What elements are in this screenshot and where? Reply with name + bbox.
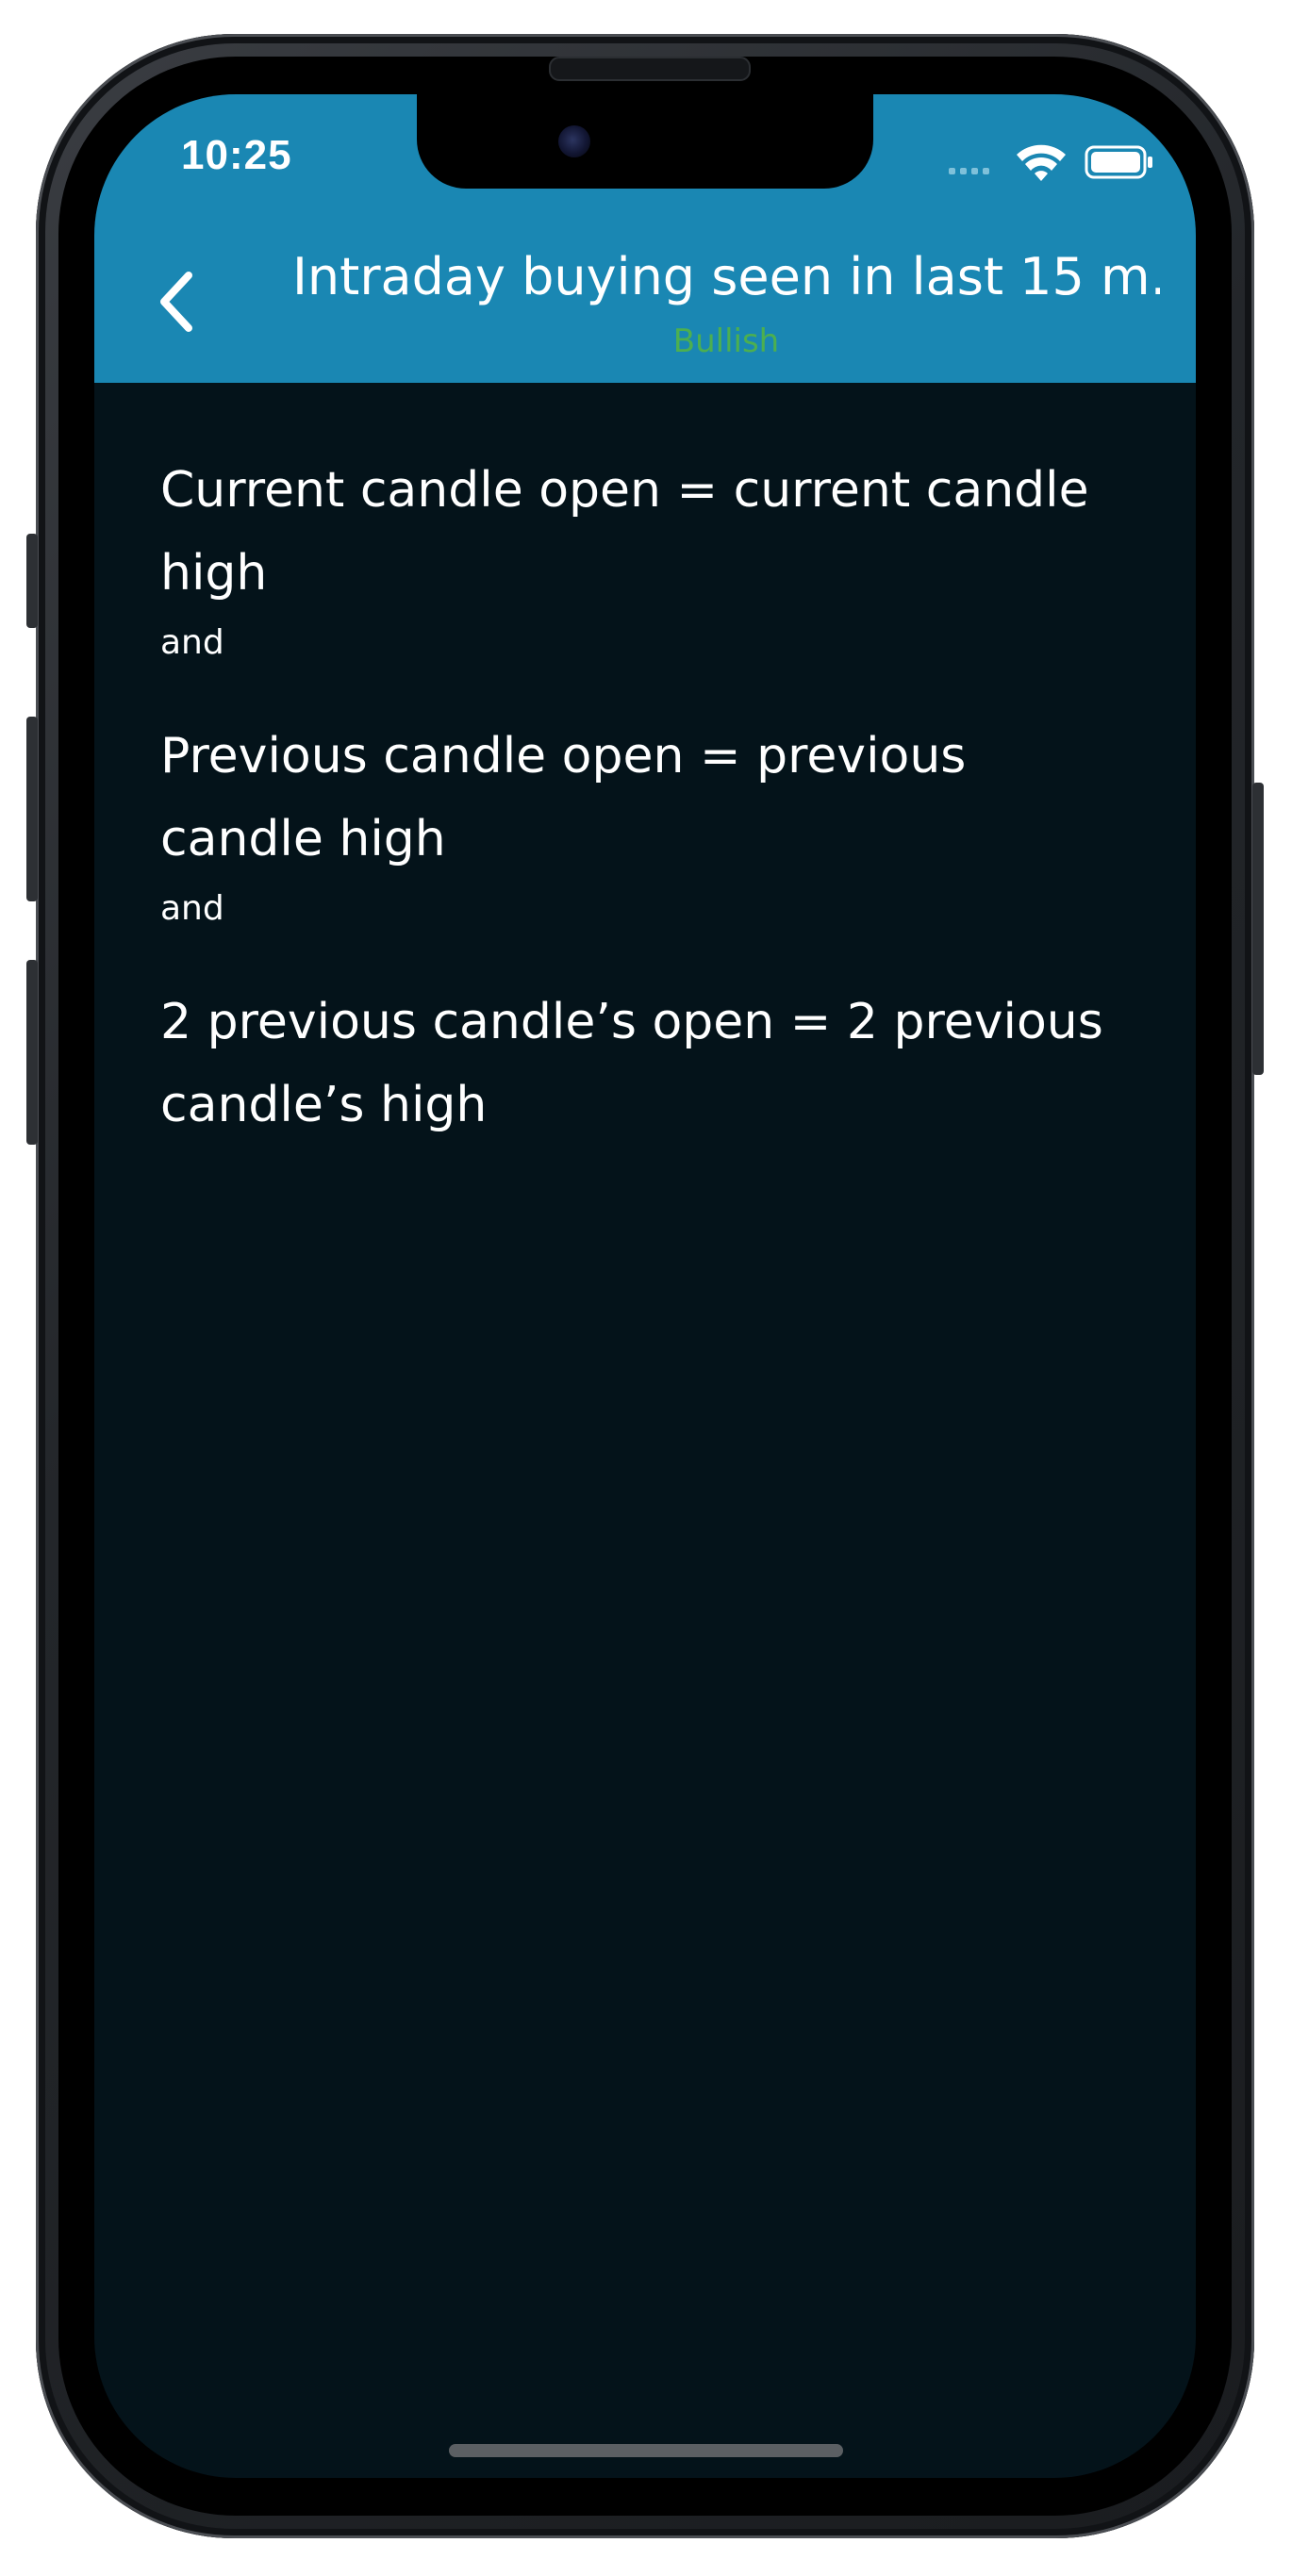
- power-button: [1252, 783, 1264, 1075]
- condition-joiner: and: [160, 623, 224, 662]
- condition-text: Previous candle open = previous candle h…: [160, 728, 967, 867]
- sentiment-label: Bullish: [672, 322, 780, 360]
- volume-up-button: [26, 717, 38, 901]
- wifi-icon: [1017, 144, 1066, 181]
- condition-list: Current candle open = current candle hig…: [160, 449, 1141, 1147]
- condition-text: 2 previous candle’s open = 2 previous ca…: [160, 994, 1103, 1133]
- signal-dots-icon: [949, 168, 989, 174]
- home-indicator[interactable]: [449, 2444, 843, 2457]
- battery-icon: [1085, 145, 1152, 179]
- chevron-left-icon[interactable]: [140, 264, 215, 339]
- earpiece-speaker: [549, 57, 751, 81]
- page-title: Intraday buying seen in last 15 m...: [292, 247, 1160, 306]
- status-time: 10:25: [181, 132, 292, 178]
- action-button: [26, 534, 38, 628]
- condition-text: Current candle open = current candle hig…: [160, 462, 1089, 602]
- status-icons: [949, 144, 1152, 181]
- app-screen: 10:25 Intraday buying seen in last 15 m.…: [94, 94, 1196, 2478]
- condition-joiner: and: [160, 889, 224, 928]
- front-camera: [558, 125, 590, 157]
- notch: [417, 94, 873, 189]
- volume-down-button: [26, 960, 38, 1145]
